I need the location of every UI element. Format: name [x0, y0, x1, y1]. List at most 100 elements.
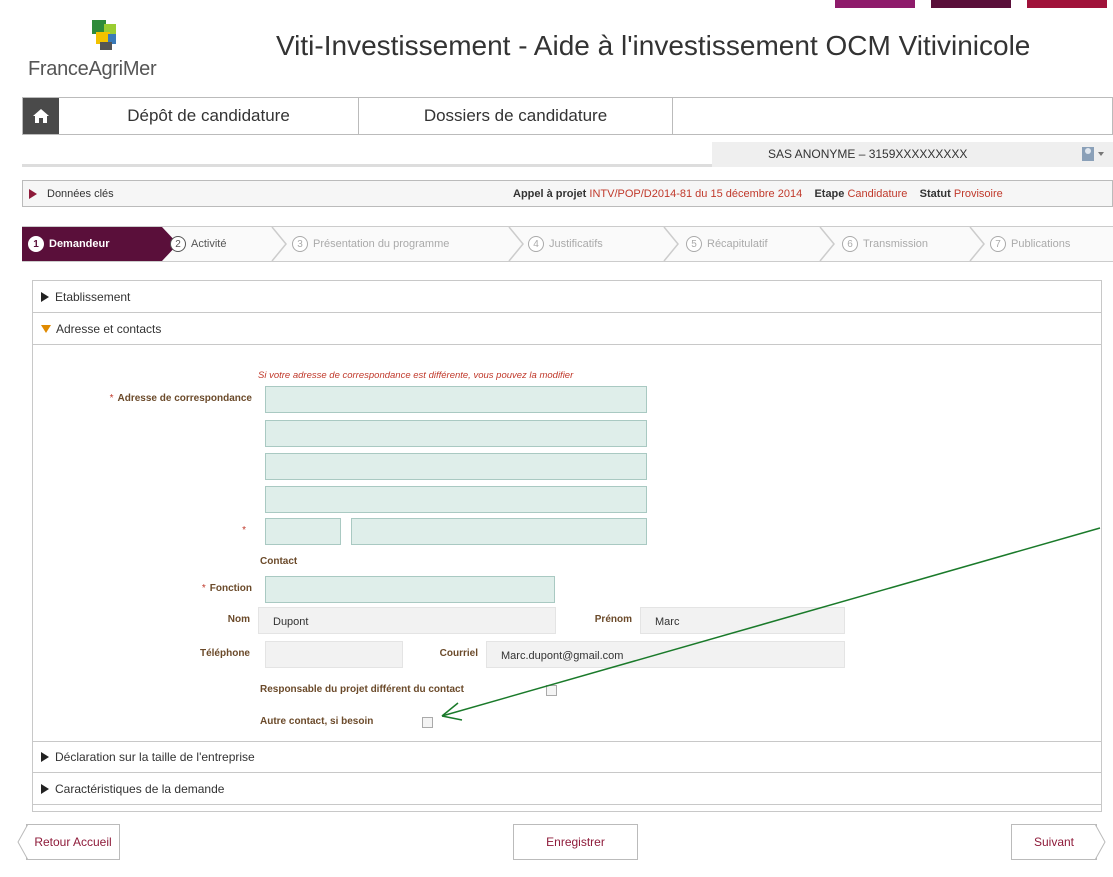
section-declaration[interactable]: Déclaration sur la taille de l'entrepris…	[33, 741, 1101, 773]
prenom-label: Prénom	[594, 614, 632, 625]
nom-value: Dupont	[273, 616, 309, 628]
section-title: Caractéristiques de la demande	[55, 781, 225, 796]
key-data-bar[interactable]: Données clés Appel à projet INTV/POP/D20…	[22, 180, 1113, 207]
address-hint: Si votre adresse de correspondance est d…	[258, 370, 574, 381]
courriel-value: Marc.dupont@gmail.com	[501, 650, 624, 662]
enregistrer-label: Enregistrer	[546, 835, 605, 849]
user-name: SAS ANONYME – 3159XXXXXXXXX	[768, 147, 968, 161]
fonction-label: * Fonction	[120, 583, 252, 594]
contact-title: Contact	[260, 556, 298, 567]
required-mark: *	[109, 393, 114, 404]
top-tab-1[interactable]	[835, 0, 915, 8]
city-input[interactable]	[351, 518, 647, 545]
step-label: Publications	[1011, 238, 1071, 250]
adresse-label: * Adresse de correspondance	[40, 393, 252, 404]
fonction-input[interactable]	[265, 576, 555, 603]
autre-contact-label: Autre contact, si besoin	[260, 716, 374, 727]
required-mark: *	[242, 525, 246, 536]
tab-depot-candidature[interactable]: Dépôt de candidature	[59, 98, 359, 134]
address-line-2-input[interactable]	[265, 420, 647, 447]
step-label: Activité	[191, 238, 227, 250]
collapsed-arrow-icon	[41, 752, 49, 762]
section-caracteristiques[interactable]: Caractéristiques de la demande	[33, 773, 1101, 805]
courriel-field[interactable]: Marc.dupont@gmail.com	[486, 641, 845, 668]
step-label: Récapitulatif	[707, 238, 768, 250]
step-publications[interactable]: 7 Publications	[990, 227, 1070, 261]
left-chevron-icon	[17, 824, 29, 860]
statut-label: Statut	[919, 188, 951, 200]
fonction-label-text: Fonction	[209, 583, 252, 594]
step-presentation[interactable]: 3 Présentation du programme	[292, 227, 449, 261]
section-title: Etablissement	[55, 289, 131, 304]
step-number: 1	[28, 236, 44, 252]
step-number: 2	[170, 236, 186, 252]
section-etablissement[interactable]: Etablissement	[33, 281, 1101, 313]
step-number: 3	[292, 236, 308, 252]
collapsed-arrow-icon	[41, 783, 49, 794]
key-data-meta: Appel à projet INTV/POP/D2014-81 du 15 d…	[513, 188, 1003, 200]
logo-text: FranceAgriMer	[28, 58, 157, 80]
retour-label: Retour Accueil	[34, 835, 112, 849]
home-icon	[33, 109, 49, 123]
address-line-1-input[interactable]	[265, 386, 647, 413]
progress-stepper: 1 Demandeur 2 Activité 3 Présentation du…	[22, 226, 1113, 262]
expand-arrow-icon	[29, 188, 37, 199]
user-bar-spacer	[22, 142, 712, 167]
step-justificatifs[interactable]: 4 Justificatifs	[528, 227, 603, 261]
right-chevron-icon	[1094, 824, 1106, 860]
responsable-checkbox[interactable]	[546, 685, 557, 696]
responsable-label: Responsable du projet différent du conta…	[260, 684, 464, 695]
address-line-4-input[interactable]	[265, 486, 647, 513]
form-panel: Etablissement Adresse et contacts Déclar…	[32, 280, 1102, 812]
app-title: Viti-Investissement - Aide à l'investiss…	[276, 30, 1031, 61]
step-demandeur[interactable]: 1 Demandeur	[22, 227, 178, 261]
main-nav: Dépôt de candidature Dossiers de candida…	[22, 97, 1113, 135]
adresse-label-text: Adresse de correspondance	[117, 393, 253, 404]
enregistrer-button[interactable]: Enregistrer	[513, 824, 638, 860]
chevron-icon	[663, 227, 679, 261]
step-label: Demandeur	[49, 238, 110, 250]
chevron-icon	[271, 227, 287, 261]
top-tab-2[interactable]	[931, 0, 1011, 8]
expanded-arrow-icon	[41, 324, 51, 333]
telephone-field[interactable]	[265, 641, 403, 668]
chevron-icon	[508, 227, 524, 261]
step-number: 4	[528, 236, 544, 252]
step-recapitulatif[interactable]: 5 Récapitulatif	[686, 227, 768, 261]
prenom-value: Marc	[655, 616, 680, 628]
user-icon[interactable]	[1080, 145, 1110, 163]
autre-contact-checkbox[interactable]	[422, 717, 433, 728]
nom-field[interactable]: Dupont	[258, 607, 556, 634]
required-mark: *	[201, 583, 206, 594]
key-data-label: Données clés	[47, 187, 114, 200]
statut-value: Provisoire	[953, 188, 1003, 200]
step-number: 7	[990, 236, 1006, 252]
franceagrimer-logo[interactable]: FranceAgriMer	[28, 14, 188, 84]
chevron-icon	[969, 227, 985, 261]
step-number: 6	[842, 236, 858, 252]
retour-accueil-button[interactable]: Retour Accueil	[17, 824, 120, 860]
appel-label: Appel à projet	[513, 188, 587, 200]
section-title: Adresse et contacts	[56, 321, 162, 336]
collapsed-arrow-icon	[41, 291, 49, 302]
top-tab-3[interactable]	[1027, 0, 1107, 8]
step-label: Transmission	[863, 238, 928, 250]
prenom-field[interactable]: Marc	[640, 607, 845, 634]
postal-required-mark: *	[230, 525, 250, 536]
etape-label: Etape	[814, 188, 845, 200]
postal-code-input[interactable]	[265, 518, 341, 545]
step-number: 5	[686, 236, 702, 252]
step-label: Présentation du programme	[313, 238, 450, 250]
address-line-3-input[interactable]	[265, 453, 647, 480]
step-transmission[interactable]: 6 Transmission	[842, 227, 928, 261]
nom-label: Nom	[227, 614, 250, 625]
section-adresse-contacts[interactable]: Adresse et contacts	[33, 313, 1101, 345]
home-button[interactable]	[23, 98, 59, 134]
telephone-label: Téléphone	[199, 648, 250, 659]
suivant-button[interactable]: Suivant	[1011, 824, 1106, 860]
logo-mark	[92, 20, 118, 50]
step-label: Justificatifs	[549, 238, 603, 250]
step-activite[interactable]: 2 Activité	[170, 227, 226, 261]
chevron-icon	[819, 227, 835, 261]
tab-dossiers-candidature[interactable]: Dossiers de candidature	[359, 98, 673, 134]
